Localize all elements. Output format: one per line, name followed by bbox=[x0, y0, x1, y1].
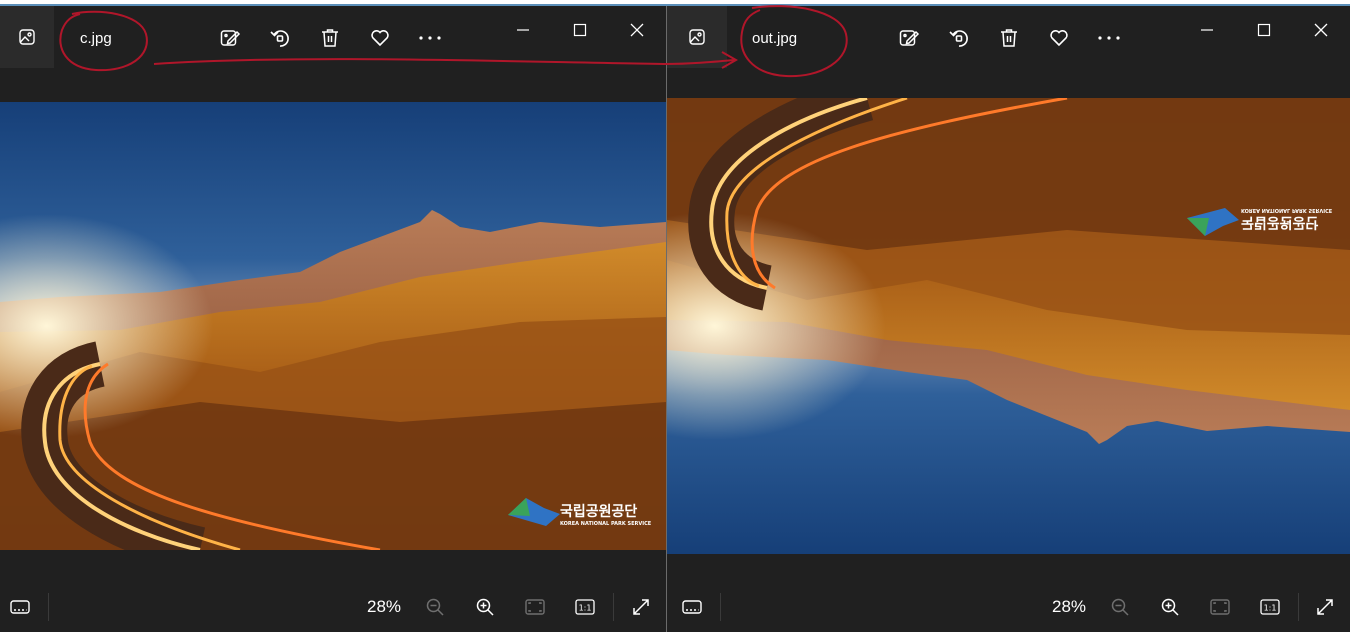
zoom-out-icon bbox=[426, 598, 444, 616]
separator bbox=[613, 593, 614, 621]
zoom-out-icon bbox=[1111, 598, 1129, 616]
more-icon bbox=[419, 36, 441, 40]
separator bbox=[720, 593, 721, 621]
edit-icon bbox=[220, 30, 241, 46]
fullscreen-icon bbox=[1317, 599, 1333, 615]
delete-icon bbox=[322, 29, 338, 47]
filmstrip-icon bbox=[10, 600, 30, 614]
favorite-icon bbox=[371, 30, 389, 47]
zoom-in-icon bbox=[1161, 598, 1179, 616]
fullscreen-icon bbox=[633, 599, 649, 615]
minimize-icon bbox=[517, 29, 529, 31]
bottom-toolbar: 28% 1:1 bbox=[0, 582, 666, 632]
minimize-button[interactable] bbox=[511, 18, 535, 42]
maximize-button[interactable] bbox=[1252, 18, 1276, 42]
actual-size-button[interactable]: 1:1 bbox=[1258, 595, 1282, 619]
zoom-level[interactable]: 28% bbox=[362, 595, 406, 619]
rotate-button[interactable] bbox=[947, 26, 971, 50]
titlebar: c.jpg bbox=[0, 6, 666, 68]
zoom-out-button[interactable] bbox=[1108, 595, 1132, 619]
fullscreen-button[interactable] bbox=[629, 595, 653, 619]
edit-button[interactable] bbox=[897, 26, 921, 50]
rotate-icon bbox=[270, 30, 289, 47]
file-name: out.jpg bbox=[752, 30, 798, 47]
maximize-button[interactable] bbox=[568, 18, 592, 42]
filmstrip-button[interactable] bbox=[680, 595, 704, 619]
minimize-icon bbox=[1201, 29, 1213, 31]
logo-english-text: KOREA NATIONAL PARK SERVICE bbox=[560, 521, 652, 527]
maximize-icon bbox=[1257, 23, 1271, 37]
actual-size-icon: 1:1 bbox=[1260, 599, 1280, 615]
close-icon bbox=[1314, 23, 1328, 37]
delete-icon bbox=[1001, 29, 1017, 47]
minimize-button[interactable] bbox=[1195, 18, 1219, 42]
gallery-button[interactable] bbox=[667, 6, 727, 68]
photo-viewer[interactable]: 국립공원공단 KOREA NATIONAL PARK SERVICE bbox=[667, 98, 1350, 554]
logo-korean-text: 국립공원공단 bbox=[1241, 214, 1318, 231]
bottom-toolbar: 28% 1:1 bbox=[667, 582, 1350, 632]
fit-to-window-icon bbox=[525, 599, 545, 615]
zoom-in-icon bbox=[476, 598, 494, 616]
svg-text:1:1: 1:1 bbox=[579, 604, 592, 613]
close-button[interactable] bbox=[1309, 18, 1333, 42]
actual-size-button[interactable]: 1:1 bbox=[573, 595, 597, 619]
edit-icon bbox=[899, 30, 920, 46]
logo-english-text: KOREA NATIONAL PARK SERVICE bbox=[1241, 207, 1333, 213]
more-icon bbox=[1098, 36, 1120, 40]
gallery-button[interactable] bbox=[0, 6, 54, 68]
fit-to-window-button[interactable] bbox=[523, 595, 547, 619]
separator bbox=[1298, 593, 1299, 621]
titlebar: out.jpg bbox=[667, 6, 1350, 68]
gallery-icon bbox=[19, 29, 35, 45]
delete-button[interactable] bbox=[997, 26, 1021, 50]
favorite-button[interactable] bbox=[1047, 26, 1071, 50]
landscape-photo: 국립공원공단 KOREA NATIONAL PARK SERVICE bbox=[0, 102, 666, 550]
delete-button[interactable] bbox=[318, 26, 342, 50]
zoom-level[interactable]: 28% bbox=[1047, 595, 1091, 619]
rotate-icon bbox=[949, 30, 968, 47]
zoom-in-button[interactable] bbox=[473, 595, 497, 619]
close-icon bbox=[630, 23, 644, 37]
photo-viewer[interactable]: 국립공원공단 KOREA NATIONAL PARK SERVICE bbox=[0, 102, 666, 550]
right-photos-window: out.jpg 국립공원공단 KOREA NATIONAL PARK SERVI… bbox=[667, 6, 1350, 632]
more-button[interactable] bbox=[418, 26, 442, 50]
gallery-icon bbox=[689, 29, 705, 45]
close-button[interactable] bbox=[625, 18, 649, 42]
file-name: c.jpg bbox=[80, 30, 112, 47]
maximize-icon bbox=[573, 23, 587, 37]
filmstrip-icon bbox=[682, 600, 702, 614]
favorite-button[interactable] bbox=[368, 26, 392, 50]
fit-to-window-button[interactable] bbox=[1208, 595, 1232, 619]
more-button[interactable] bbox=[1097, 26, 1121, 50]
logo-korean-text: 국립공원공단 bbox=[560, 503, 637, 520]
edit-button[interactable] bbox=[218, 26, 242, 50]
filmstrip-button[interactable] bbox=[8, 595, 32, 619]
svg-text:1:1: 1:1 bbox=[1264, 604, 1277, 613]
favorite-icon bbox=[1050, 30, 1068, 47]
zoom-out-button[interactable] bbox=[423, 595, 447, 619]
fit-to-window-icon bbox=[1210, 599, 1230, 615]
fullscreen-button[interactable] bbox=[1313, 595, 1337, 619]
separator bbox=[48, 593, 49, 621]
left-photos-window: c.jpg 국립공원공단 KOREA NATIONAL PARK SERVICE… bbox=[0, 6, 666, 632]
rotate-button[interactable] bbox=[268, 26, 292, 50]
zoom-in-button[interactable] bbox=[1158, 595, 1182, 619]
actual-size-icon: 1:1 bbox=[575, 599, 595, 615]
landscape-photo-flipped: 국립공원공단 KOREA NATIONAL PARK SERVICE bbox=[667, 98, 1350, 554]
